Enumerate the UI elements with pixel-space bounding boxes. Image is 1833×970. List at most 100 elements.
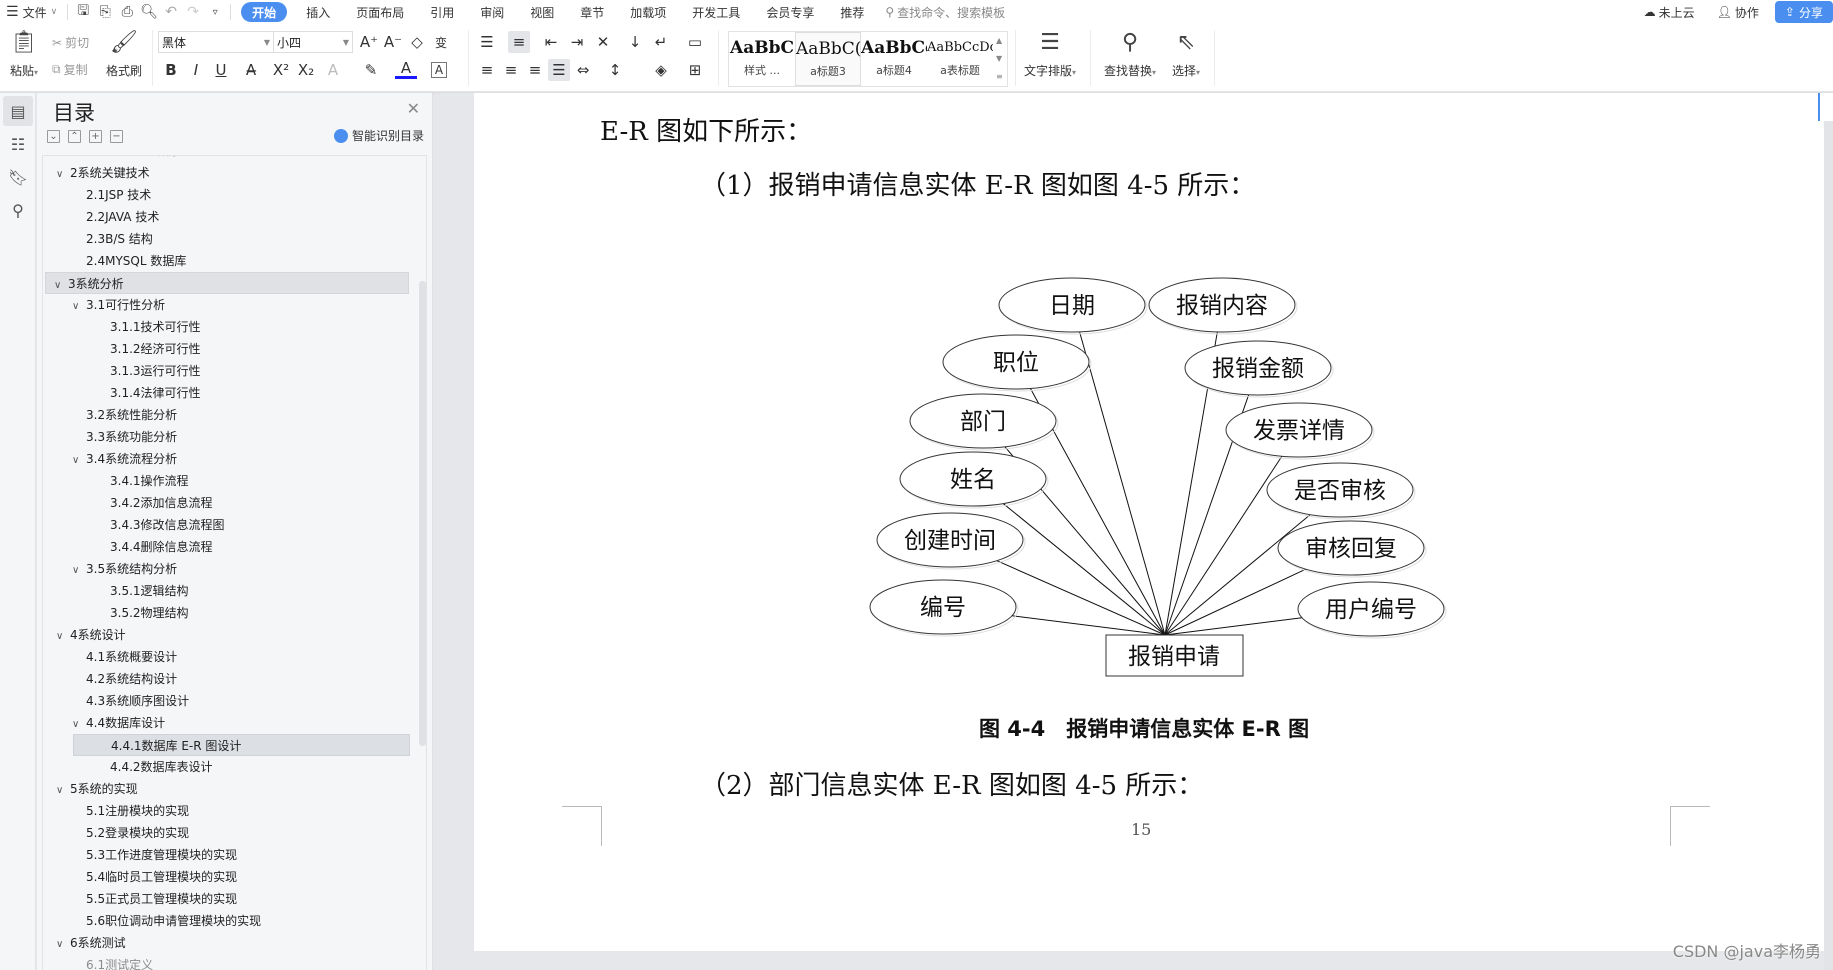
tab-5[interactable]: 视图 [517, 4, 567, 21]
toc-icon[interactable]: ▤ [3, 96, 33, 126]
toc-item[interactable]: 3.4.2添加信息流程 [48, 492, 410, 514]
superscript-icon[interactable]: X² [270, 59, 292, 81]
paste-button[interactable]: 📋︎ 粘贴▾ [4, 28, 44, 79]
toc-item[interactable]: 4.4.2数据库表设计 [48, 756, 410, 778]
select-button[interactable]: ⇖ 选择▾ [1164, 28, 1208, 79]
toc-item[interactable]: 4.2系统结构设计 [48, 668, 410, 690]
undo-icon[interactable]: ↶ [160, 1, 182, 23]
toc-item[interactable]: 4.1系统概要设计 [48, 646, 410, 668]
numbered-list-icon[interactable]: ≡ [508, 31, 530, 53]
toc-item[interactable]: ∨ 3.1可行性分析 [48, 294, 410, 316]
shading-icon[interactable]: ◈ [650, 59, 672, 81]
document-scrollbar[interactable] [1824, 93, 1833, 970]
toc-item[interactable]: 4.3系统顺序图设计 [48, 690, 410, 712]
toc-item[interactable]: 2.3B/S 结构 [48, 228, 410, 250]
print-icon[interactable]: ⎙ [116, 1, 138, 23]
toc-item[interactable]: 6.1测试定义 [48, 954, 410, 970]
chinese-layout-icon[interactable]: ✕ [592, 31, 614, 53]
search-icon[interactable]: ⚲ [3, 195, 33, 225]
toc-item[interactable]: 2.2JAVA 技术 [48, 206, 410, 228]
toc-item[interactable]: 3.4.4删除信息流程 [48, 536, 410, 558]
chevron-down-icon[interactable]: ∨ [56, 626, 70, 648]
show-marks-icon[interactable]: ↵ [650, 31, 672, 53]
clear-format-icon[interactable]: ◇ [406, 31, 428, 53]
grow-font-icon[interactable]: A⁺ [358, 31, 380, 53]
tab-4[interactable]: 审阅 [467, 4, 517, 21]
tab-3[interactable]: 引用 [417, 4, 467, 21]
collab-button[interactable]: 👤︎ 协作 [1711, 0, 1765, 24]
toc-item[interactable]: 3.1.4法律可行性 [48, 382, 410, 404]
print-preview-icon[interactable]: 🔍︎ [138, 1, 160, 23]
command-search[interactable]: ⚲ 查找命令、搜索模板 [885, 4, 1005, 21]
font-name-select[interactable]: 黑体 ▼ [158, 31, 274, 53]
toc-item[interactable]: 2.4MYSQL 数据库 [48, 250, 410, 272]
chevron-down-icon[interactable]: ∨ [56, 780, 70, 802]
document-page[interactable]: E-R 图如下所示： （1）报销申请信息实体 E-R 图如图 4-5 所示： 日… [474, 93, 1824, 951]
expand-down-icon[interactable]: ⌄ [47, 130, 60, 143]
font-size-select[interactable]: 小四 ▼ [273, 31, 353, 53]
chevron-down-icon[interactable]: ∨ [72, 714, 86, 736]
highlight-icon[interactable]: ✎ [360, 59, 382, 81]
ruler-icon[interactable]: ▭ [684, 31, 706, 53]
toc-item[interactable]: 5.2登录模块的实现 [48, 822, 410, 844]
subscript-icon[interactable]: X₂ [295, 59, 317, 81]
save-icon[interactable]: 🖫 [72, 1, 94, 23]
tab-6[interactable]: 章节 [567, 4, 617, 21]
phonetic-icon[interactable]: 变 [430, 31, 452, 53]
toc-item[interactable]: ∨ 3.4系统流程分析 [48, 448, 410, 470]
smart-toc-button[interactable]: 智能识别目录 [333, 127, 424, 144]
tab-7[interactable]: 加载项 [617, 4, 679, 21]
underline-icon[interactable]: U [210, 59, 232, 81]
distribute-icon[interactable]: ⇔ [572, 59, 594, 81]
toc-item[interactable]: 1.5论文组织结构 [48, 156, 410, 162]
toc-scrollbar[interactable] [419, 281, 426, 746]
toc-item[interactable]: 5.1注册模块的实现 [48, 800, 410, 822]
style-option[interactable]: AaBbC(a标题3 [795, 32, 861, 86]
side-panel-toggle[interactable] [1818, 93, 1833, 121]
toc-item[interactable]: 4.4.1数据库 E-R 图设计 [73, 734, 410, 756]
chapter-nav-icon[interactable]: ☷ [3, 129, 33, 159]
chevron-down-icon[interactable]: ∨ [72, 296, 86, 318]
bullet-list-icon[interactable]: ☰ [476, 31, 498, 53]
add-level-icon[interactable]: + [89, 130, 102, 143]
sort-icon[interactable]: ↓ [624, 31, 646, 53]
style-option[interactable]: AaBbCcI a标题4 [861, 32, 927, 86]
toc-item[interactable]: 5.3工作进度管理模块的实现 [48, 844, 410, 866]
collapse-up-icon[interactable]: ⌃ [68, 130, 81, 143]
file-menu[interactable]: ☰ 文件 ∨ [0, 0, 63, 24]
copy-button[interactable]: ⧉ 复制 [52, 61, 88, 78]
toc-item[interactable]: 3.2系统性能分析 [48, 404, 410, 426]
tab-10[interactable]: 推荐 [827, 4, 877, 21]
toc-item[interactable]: 5.5正式员工管理模块的实现 [48, 888, 410, 910]
justify-icon[interactable]: ☰ [548, 59, 570, 81]
toc-item[interactable]: 2.1JSP 技术 [48, 184, 410, 206]
style-option[interactable]: AaBbC 样式 ... [729, 32, 795, 86]
tab-9[interactable]: 会员专享 [753, 4, 827, 21]
redo-icon[interactable]: ↷ [182, 1, 204, 23]
bold-icon[interactable]: B [160, 59, 182, 81]
toc-item[interactable]: 3.1.3运行可行性 [48, 360, 410, 382]
toc-item[interactable]: ∨ 6系统测试 [48, 932, 410, 954]
share-button[interactable]: ⇪ 分享 [1774, 1, 1833, 23]
export-icon[interactable]: ⎘ [94, 1, 116, 23]
toc-item[interactable]: 3.4.3修改信息流程图 [48, 514, 410, 536]
remove-level-icon[interactable]: − [110, 130, 123, 143]
italic-icon[interactable]: I [185, 59, 207, 81]
format-painter-button[interactable]: 🖌︎ 格式刷 [104, 28, 144, 79]
tab-1[interactable]: 插入 [293, 4, 343, 21]
tab-0[interactable]: 开始 [241, 2, 288, 22]
cut-button[interactable]: ✂ 剪切 [52, 34, 89, 51]
increase-indent-icon[interactable]: ⇥ [566, 31, 588, 53]
find-replace-button[interactable]: ⚲ 查找替换▾ [1098, 28, 1162, 79]
toc-item[interactable]: 3.1.1技术可行性 [48, 316, 410, 338]
bookmark-icon[interactable]: 🔖︎ [3, 162, 33, 192]
align-left-icon[interactable]: ≡ [476, 59, 498, 81]
strikethrough-icon[interactable]: A̶ [240, 59, 262, 81]
shrink-font-icon[interactable]: A⁻ [382, 31, 404, 53]
chevron-down-icon[interactable]: ∨ [72, 450, 86, 472]
toc-item[interactable]: 3.1.2经济可行性 [48, 338, 410, 360]
align-right-icon[interactable]: ≡ [524, 59, 546, 81]
decrease-indent-icon[interactable]: ⇤ [540, 31, 562, 53]
text-layout-button[interactable]: ☰ 文字排版▾ [1020, 28, 1080, 79]
toc-item[interactable]: ∨ 4系统设计 [48, 624, 410, 646]
